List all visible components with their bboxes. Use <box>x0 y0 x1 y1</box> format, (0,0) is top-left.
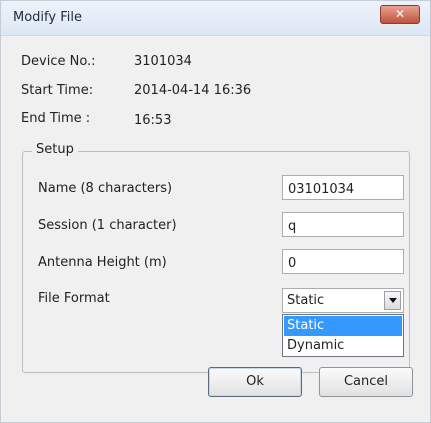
ok-button[interactable]: Ok <box>208 367 302 397</box>
file-format-selected-value: Static <box>287 293 325 308</box>
dropdown-option-dynamic[interactable]: Dynamic <box>284 336 402 356</box>
end-time-value: 16:53 <box>134 113 172 128</box>
session-field[interactable] <box>282 212 404 237</box>
session-label: Session (1 character) <box>38 218 177 233</box>
file-format-dropdown: Static Dynamic <box>282 314 404 357</box>
chevron-down-icon[interactable] <box>384 291 401 310</box>
close-button[interactable]: ✕ <box>380 5 420 24</box>
name-field[interactable] <box>282 175 404 200</box>
setup-group-title: Setup <box>32 142 78 157</box>
start-time-label: Start Time: <box>21 83 94 98</box>
device-no-value: 3101034 <box>134 54 192 69</box>
end-time-label: End Time : <box>21 111 91 126</box>
modify-file-dialog: Modify File ✕ Device No.: 3101034 Start … <box>0 0 431 423</box>
start-time-value: 2014-04-14 16:36 <box>134 83 252 98</box>
name-label: Name (8 characters) <box>38 181 173 196</box>
cancel-button[interactable]: Cancel <box>319 367 413 397</box>
close-icon: ✕ <box>394 7 406 21</box>
dropdown-option-static[interactable]: Static <box>284 316 402 336</box>
antenna-height-label: Antenna Height (m) <box>38 255 167 270</box>
file-format-select[interactable]: Static <box>282 288 404 313</box>
device-no-label: Device No.: <box>21 54 96 69</box>
file-format-label: File Format <box>38 291 110 306</box>
title-bar[interactable]: Modify File ✕ <box>1 1 430 36</box>
window-title: Modify File <box>13 10 82 25</box>
antenna-height-field[interactable] <box>282 249 404 274</box>
